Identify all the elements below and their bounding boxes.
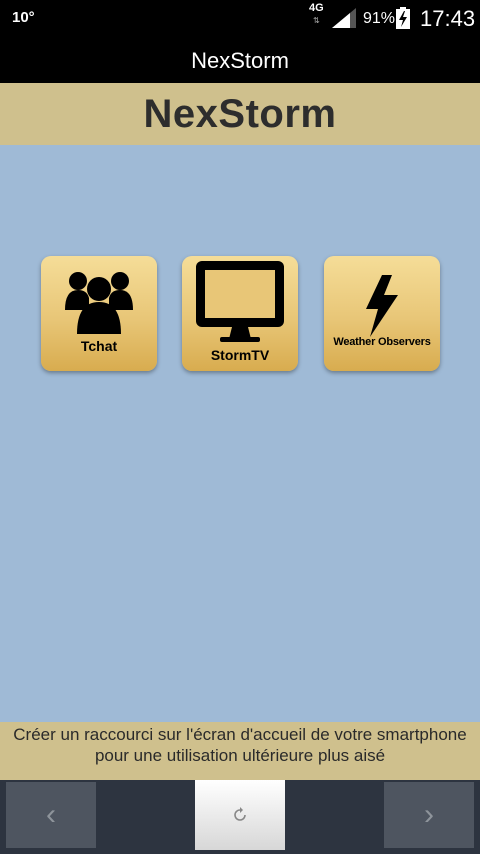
header-banner: NexStorm <box>0 83 480 145</box>
lightning-icon <box>366 275 398 337</box>
back-button[interactable]: ‹ <box>6 782 96 848</box>
app-bar: NexStorm <box>0 38 480 83</box>
reload-icon <box>234 807 246 821</box>
battery-charging-icon <box>396 7 410 29</box>
battery-percentage: 91% <box>363 10 396 27</box>
tile-label: StormTV <box>210 347 270 363</box>
tile-tchat[interactable]: Tchat <box>41 256 157 371</box>
tile-label: Tchat <box>80 338 118 354</box>
signal-strength-icon <box>332 8 356 28</box>
app-bar-title: NexStorm <box>191 48 289 73</box>
forward-button[interactable]: › <box>384 782 474 848</box>
chevron-right-icon: › <box>424 798 434 831</box>
bottom-navigation-bar: ‹ › <box>0 780 480 854</box>
status-bar: 10° 4G ⇅ 91% 17:43 <box>0 0 480 38</box>
page-title: NexStorm <box>143 92 337 136</box>
clock: 17:43 <box>420 6 476 31</box>
shortcut-hint: Créer un raccourci sur l'écran d'accueil… <box>0 722 480 780</box>
network-type-indicator: 4G <box>309 2 324 14</box>
chevron-left-icon: ‹ <box>46 798 56 831</box>
tile-stormtv[interactable]: StormTV <box>182 256 298 371</box>
group-icon <box>65 272 133 334</box>
data-activity-icon: ⇅ <box>313 16 320 25</box>
tile-weather-observers[interactable]: Weather Observers <box>324 256 440 371</box>
reload-button[interactable] <box>195 780 285 850</box>
temperature-indicator: 10° <box>12 9 35 26</box>
monitor-icon <box>196 261 284 342</box>
tile-label: Weather Observers <box>333 336 431 348</box>
main-content: Tchat StormTV Weather Observers <box>0 145 480 722</box>
